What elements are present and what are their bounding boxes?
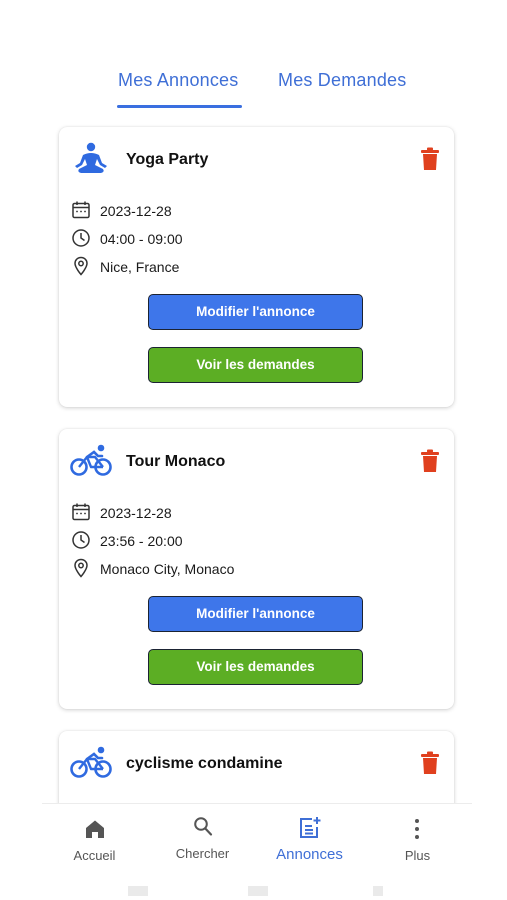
tab-bar: Mes Annonces Mes Demandes <box>0 62 507 110</box>
annonce-title: Yoga Party <box>126 151 209 168</box>
post-add-icon <box>300 817 321 838</box>
annonce-location: Nice, France <box>100 259 180 275</box>
trash-icon[interactable] <box>420 751 440 775</box>
calendar-icon <box>72 201 90 219</box>
annonce-card: Tour Monaco 2023-12-28 23:56 - 20:00 Mon… <box>59 429 454 709</box>
home-icon <box>86 820 104 838</box>
time-row: 23:56 - 20:00 <box>71 530 431 552</box>
back-icon <box>373 886 383 896</box>
recent-apps-icon <box>128 886 148 896</box>
annonce-time: 04:00 - 09:00 <box>100 231 183 247</box>
annonce-date: 2023-12-28 <box>100 203 172 219</box>
nav-label: Chercher <box>175 846 230 861</box>
bottom-navigation: Accueil Chercher Annonces Plus <box>42 803 472 873</box>
trash-icon[interactable] <box>420 449 440 473</box>
date-row: 2023-12-28 <box>71 502 431 524</box>
bicycle-icon <box>70 444 112 476</box>
nav-plus[interactable]: Plus <box>375 804 460 874</box>
home-system-icon <box>248 886 268 896</box>
clock-icon <box>72 531 90 549</box>
nav-accueil[interactable]: Accueil <box>52 804 137 874</box>
date-row: 2023-12-28 <box>71 200 431 222</box>
calendar-icon <box>72 503 90 521</box>
location-row: Monaco City, Monaco <box>71 558 431 580</box>
edit-annonce-button[interactable]: Modifier l'annonce <box>148 294 363 330</box>
bicycle-icon <box>70 746 112 778</box>
location-pin-icon <box>74 256 88 276</box>
view-requests-button[interactable]: Voir les demandes <box>148 347 363 383</box>
clock-icon <box>72 229 90 247</box>
active-tab-indicator <box>117 105 242 108</box>
annonce-title: Tour Monaco <box>126 453 226 470</box>
view-requests-button[interactable]: Voir les demandes <box>148 649 363 685</box>
nav-chercher[interactable]: Chercher <box>160 804 245 874</box>
trash-icon[interactable] <box>420 147 440 171</box>
annonce-time: 23:56 - 20:00 <box>100 533 183 549</box>
more-vertical-icon <box>415 819 419 839</box>
location-row: Nice, France <box>71 256 431 278</box>
nav-label: Plus <box>404 848 431 863</box>
tab-mes-demandes[interactable]: Mes Demandes <box>278 70 406 91</box>
yoga-icon <box>75 142 107 173</box>
time-row: 04:00 - 09:00 <box>71 228 431 250</box>
system-navigation-bar <box>0 878 507 900</box>
search-icon <box>194 817 213 836</box>
edit-annonce-button[interactable]: Modifier l'annonce <box>148 596 363 632</box>
annonce-card: Yoga Party 2023-12-28 04:00 - 09:00 Nice… <box>59 127 454 407</box>
annonce-location: Monaco City, Monaco <box>100 561 235 577</box>
annonce-card: cyclisme condamine <box>59 731 454 811</box>
nav-label: Annonces <box>276 846 343 863</box>
nav-annonces[interactable]: Annonces <box>267 804 352 874</box>
nav-label: Accueil <box>73 848 116 863</box>
tab-mes-annonces[interactable]: Mes Annonces <box>118 70 238 91</box>
location-pin-icon <box>74 558 88 578</box>
annonce-title: cyclisme condamine <box>126 755 283 772</box>
annonce-date: 2023-12-28 <box>100 505 172 521</box>
